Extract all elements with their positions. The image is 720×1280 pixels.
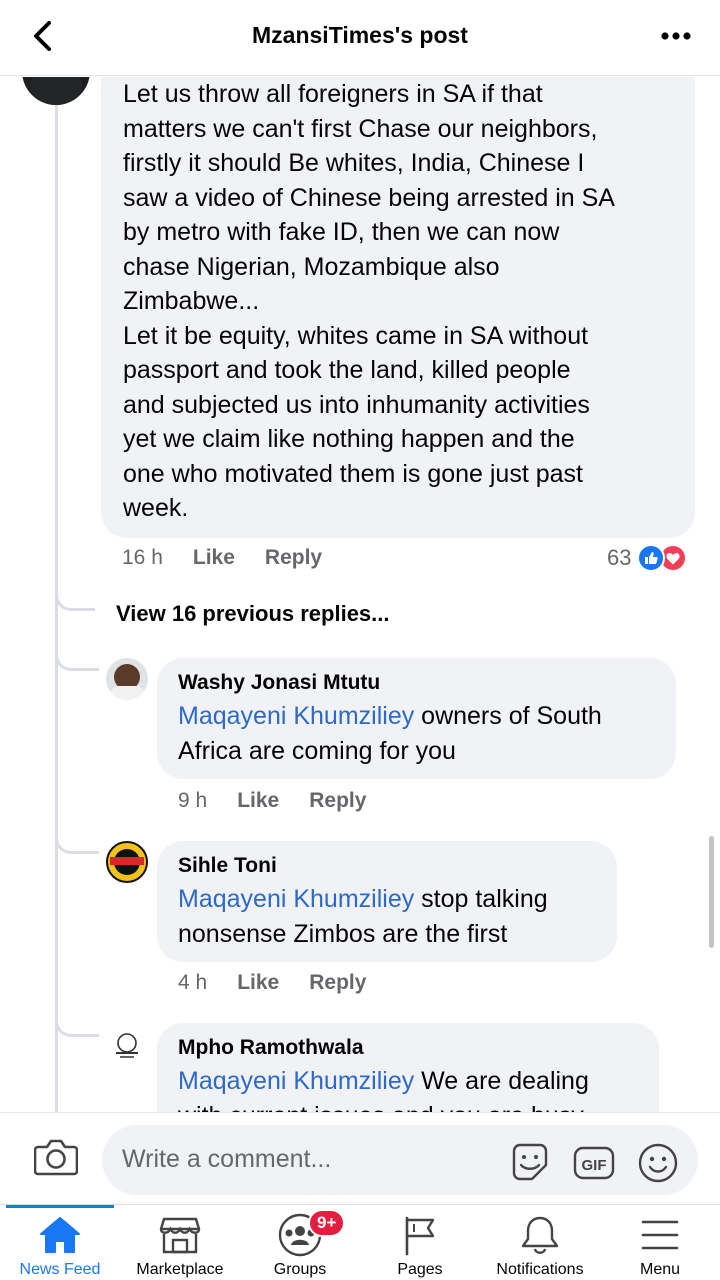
more-options-button[interactable] xyxy=(654,20,698,52)
user-mention[interactable]: Maqayeni Khumziliey xyxy=(178,702,414,730)
user-mention[interactable]: Maqayeni Khumziliey xyxy=(178,885,414,913)
comment-bubble[interactable]: Sihle Toni Maqayeni Khumziliey stop talk… xyxy=(157,841,617,962)
thread-branch xyxy=(55,649,99,671)
comment-line: Africa are coming for you xyxy=(178,736,456,765)
comment-author[interactable]: Mpho Ramothwala xyxy=(178,1036,589,1060)
comment-line: saw a video of Chinese being arrested in… xyxy=(123,183,615,212)
comment-text: Let us throw all foreigners in SA if tha… xyxy=(123,77,683,526)
comment-line: firstly it should Be whites, India, Chin… xyxy=(123,149,585,177)
view-previous-replies-link[interactable]: View 16 previous replies... xyxy=(116,601,390,627)
reply-button[interactable]: Reply xyxy=(309,971,366,995)
comment-text: Maqayeni Khumziliey We are dealing with … xyxy=(178,1064,589,1112)
comment-line: We are dealing xyxy=(414,1067,589,1095)
reply-button[interactable]: Reply xyxy=(309,789,366,813)
emoji-icon xyxy=(638,1143,678,1183)
comment-bubble[interactable]: Washy Jonasi Mtutu Maqayeni Khumziliey o… xyxy=(157,658,676,779)
like-button[interactable]: Like xyxy=(237,789,279,813)
page-title: MzansiTimes's post xyxy=(252,22,468,48)
marketplace-icon xyxy=(159,1217,201,1254)
comment-line: by metro with fake ID, then we can now xyxy=(123,218,560,246)
comment-time: 16 h xyxy=(122,546,163,569)
avatar[interactable] xyxy=(106,658,148,700)
gif-icon: GIF xyxy=(573,1146,615,1180)
avatar[interactable] xyxy=(106,841,148,883)
avatar[interactable] xyxy=(106,1025,148,1067)
tab-label: Notifications xyxy=(496,1261,584,1278)
avatar[interactable] xyxy=(22,77,90,105)
comment-line: and subjected us into inhumanity activit… xyxy=(123,390,590,419)
comment-meta: 4 h Like Reply xyxy=(178,971,396,995)
comment-line: week. xyxy=(123,494,189,522)
bell-icon xyxy=(521,1216,559,1254)
camera-icon xyxy=(33,1139,79,1176)
emoji-button[interactable] xyxy=(636,1141,680,1185)
comment-line: one who motivated them is gone just past xyxy=(123,459,583,488)
more-dots-icon xyxy=(661,32,691,40)
tab-label: Groups xyxy=(273,1261,327,1278)
comment-line: Let us throw all foreigners in SA if tha… xyxy=(123,80,543,108)
tab-label: News Feed xyxy=(19,1261,101,1278)
user-mention[interactable]: Maqayeni Khumziliey xyxy=(178,1067,414,1095)
active-tab-indicator xyxy=(6,1205,114,1208)
thread-branch xyxy=(55,832,99,854)
thread-branch xyxy=(55,577,95,611)
tab-menu[interactable]: Menu xyxy=(600,1205,720,1280)
comment-line: passport and took the land, killed peopl… xyxy=(123,356,571,384)
like-button[interactable]: Like xyxy=(237,971,279,995)
comment-author[interactable]: Washy Jonasi Mtutu xyxy=(178,671,602,695)
comment-bubble[interactable]: Let us throw all foreigners in SA if tha… xyxy=(101,77,695,538)
home-icon xyxy=(40,1217,80,1253)
comment-placeholder: Write a comment... xyxy=(122,1145,332,1173)
tab-label: Menu xyxy=(639,1261,681,1278)
tab-groups[interactable]: 9+ Groups xyxy=(240,1205,360,1280)
comment-line: chase Nigerian, Mozambique also xyxy=(123,252,500,281)
scrollbar[interactable] xyxy=(709,836,714,948)
comment-line: with current issues and you are busy xyxy=(178,1099,589,1113)
comment-author[interactable]: Sihle Toni xyxy=(178,854,548,878)
sticker-icon xyxy=(512,1143,548,1181)
tab-notifications[interactable]: Notifications xyxy=(480,1205,600,1280)
comment-line: yet we claim like nothing happen and the xyxy=(123,425,575,453)
reaction-summary[interactable]: 63 xyxy=(607,544,688,572)
bottom-tab-bar: News Feed Marketplace 9+ Groups Pages No… xyxy=(0,1204,720,1280)
comment-time: 4 h xyxy=(178,971,208,994)
gif-button[interactable]: GIF xyxy=(572,1141,616,1185)
comment-input[interactable]: Write a comment... GIF xyxy=(102,1125,698,1195)
thread-branch xyxy=(55,1015,99,1037)
comment-meta: 16 h Like Reply xyxy=(122,546,352,570)
reply-button[interactable]: Reply xyxy=(265,546,322,570)
camera-button[interactable] xyxy=(28,1137,84,1183)
tab-news-feed[interactable]: News Feed xyxy=(0,1205,120,1280)
comment-line: stop talking xyxy=(414,885,548,913)
tab-label: Pages xyxy=(397,1261,443,1278)
reaction-count: 63 xyxy=(607,545,632,570)
comment-bubble[interactable]: Mpho Ramothwala Maqayeni Khumziliey We a… xyxy=(157,1023,659,1112)
like-icon xyxy=(637,544,666,572)
comment-line: Zimbabwe... xyxy=(123,287,260,315)
comment-line: Let it be equity, whites came in SA with… xyxy=(123,321,589,350)
tab-label: Marketplace xyxy=(136,1261,224,1278)
post-header: MzansiTimes's post xyxy=(0,0,720,76)
groups-badge: 9+ xyxy=(308,1209,346,1237)
svg-text:GIF: GIF xyxy=(582,1157,607,1174)
sticker-button[interactable] xyxy=(508,1141,552,1185)
comment-time: 9 h xyxy=(178,789,208,812)
comment-meta: 9 h Like Reply xyxy=(178,789,396,813)
menu-icon xyxy=(641,1220,679,1250)
like-button[interactable]: Like xyxy=(193,546,235,570)
flag-icon xyxy=(405,1216,435,1256)
comment-line: nonsense Zimbos are the first xyxy=(178,919,508,948)
tab-pages[interactable]: Pages xyxy=(360,1205,480,1280)
comment-text: Maqayeni Khumziliey stop talking nonsens… xyxy=(178,882,548,951)
comment-line: owners of South xyxy=(414,702,602,730)
comment-composer: Write a comment... GIF xyxy=(0,1112,720,1204)
comments-thread[interactable]: Let us throw all foreigners in SA if tha… xyxy=(0,77,720,1112)
comment-text: Maqayeni Khumziliey owners of South Afri… xyxy=(178,699,602,768)
tab-marketplace[interactable]: Marketplace xyxy=(120,1205,240,1280)
comment-line: matters we can't first Chase our neighbo… xyxy=(123,114,598,143)
